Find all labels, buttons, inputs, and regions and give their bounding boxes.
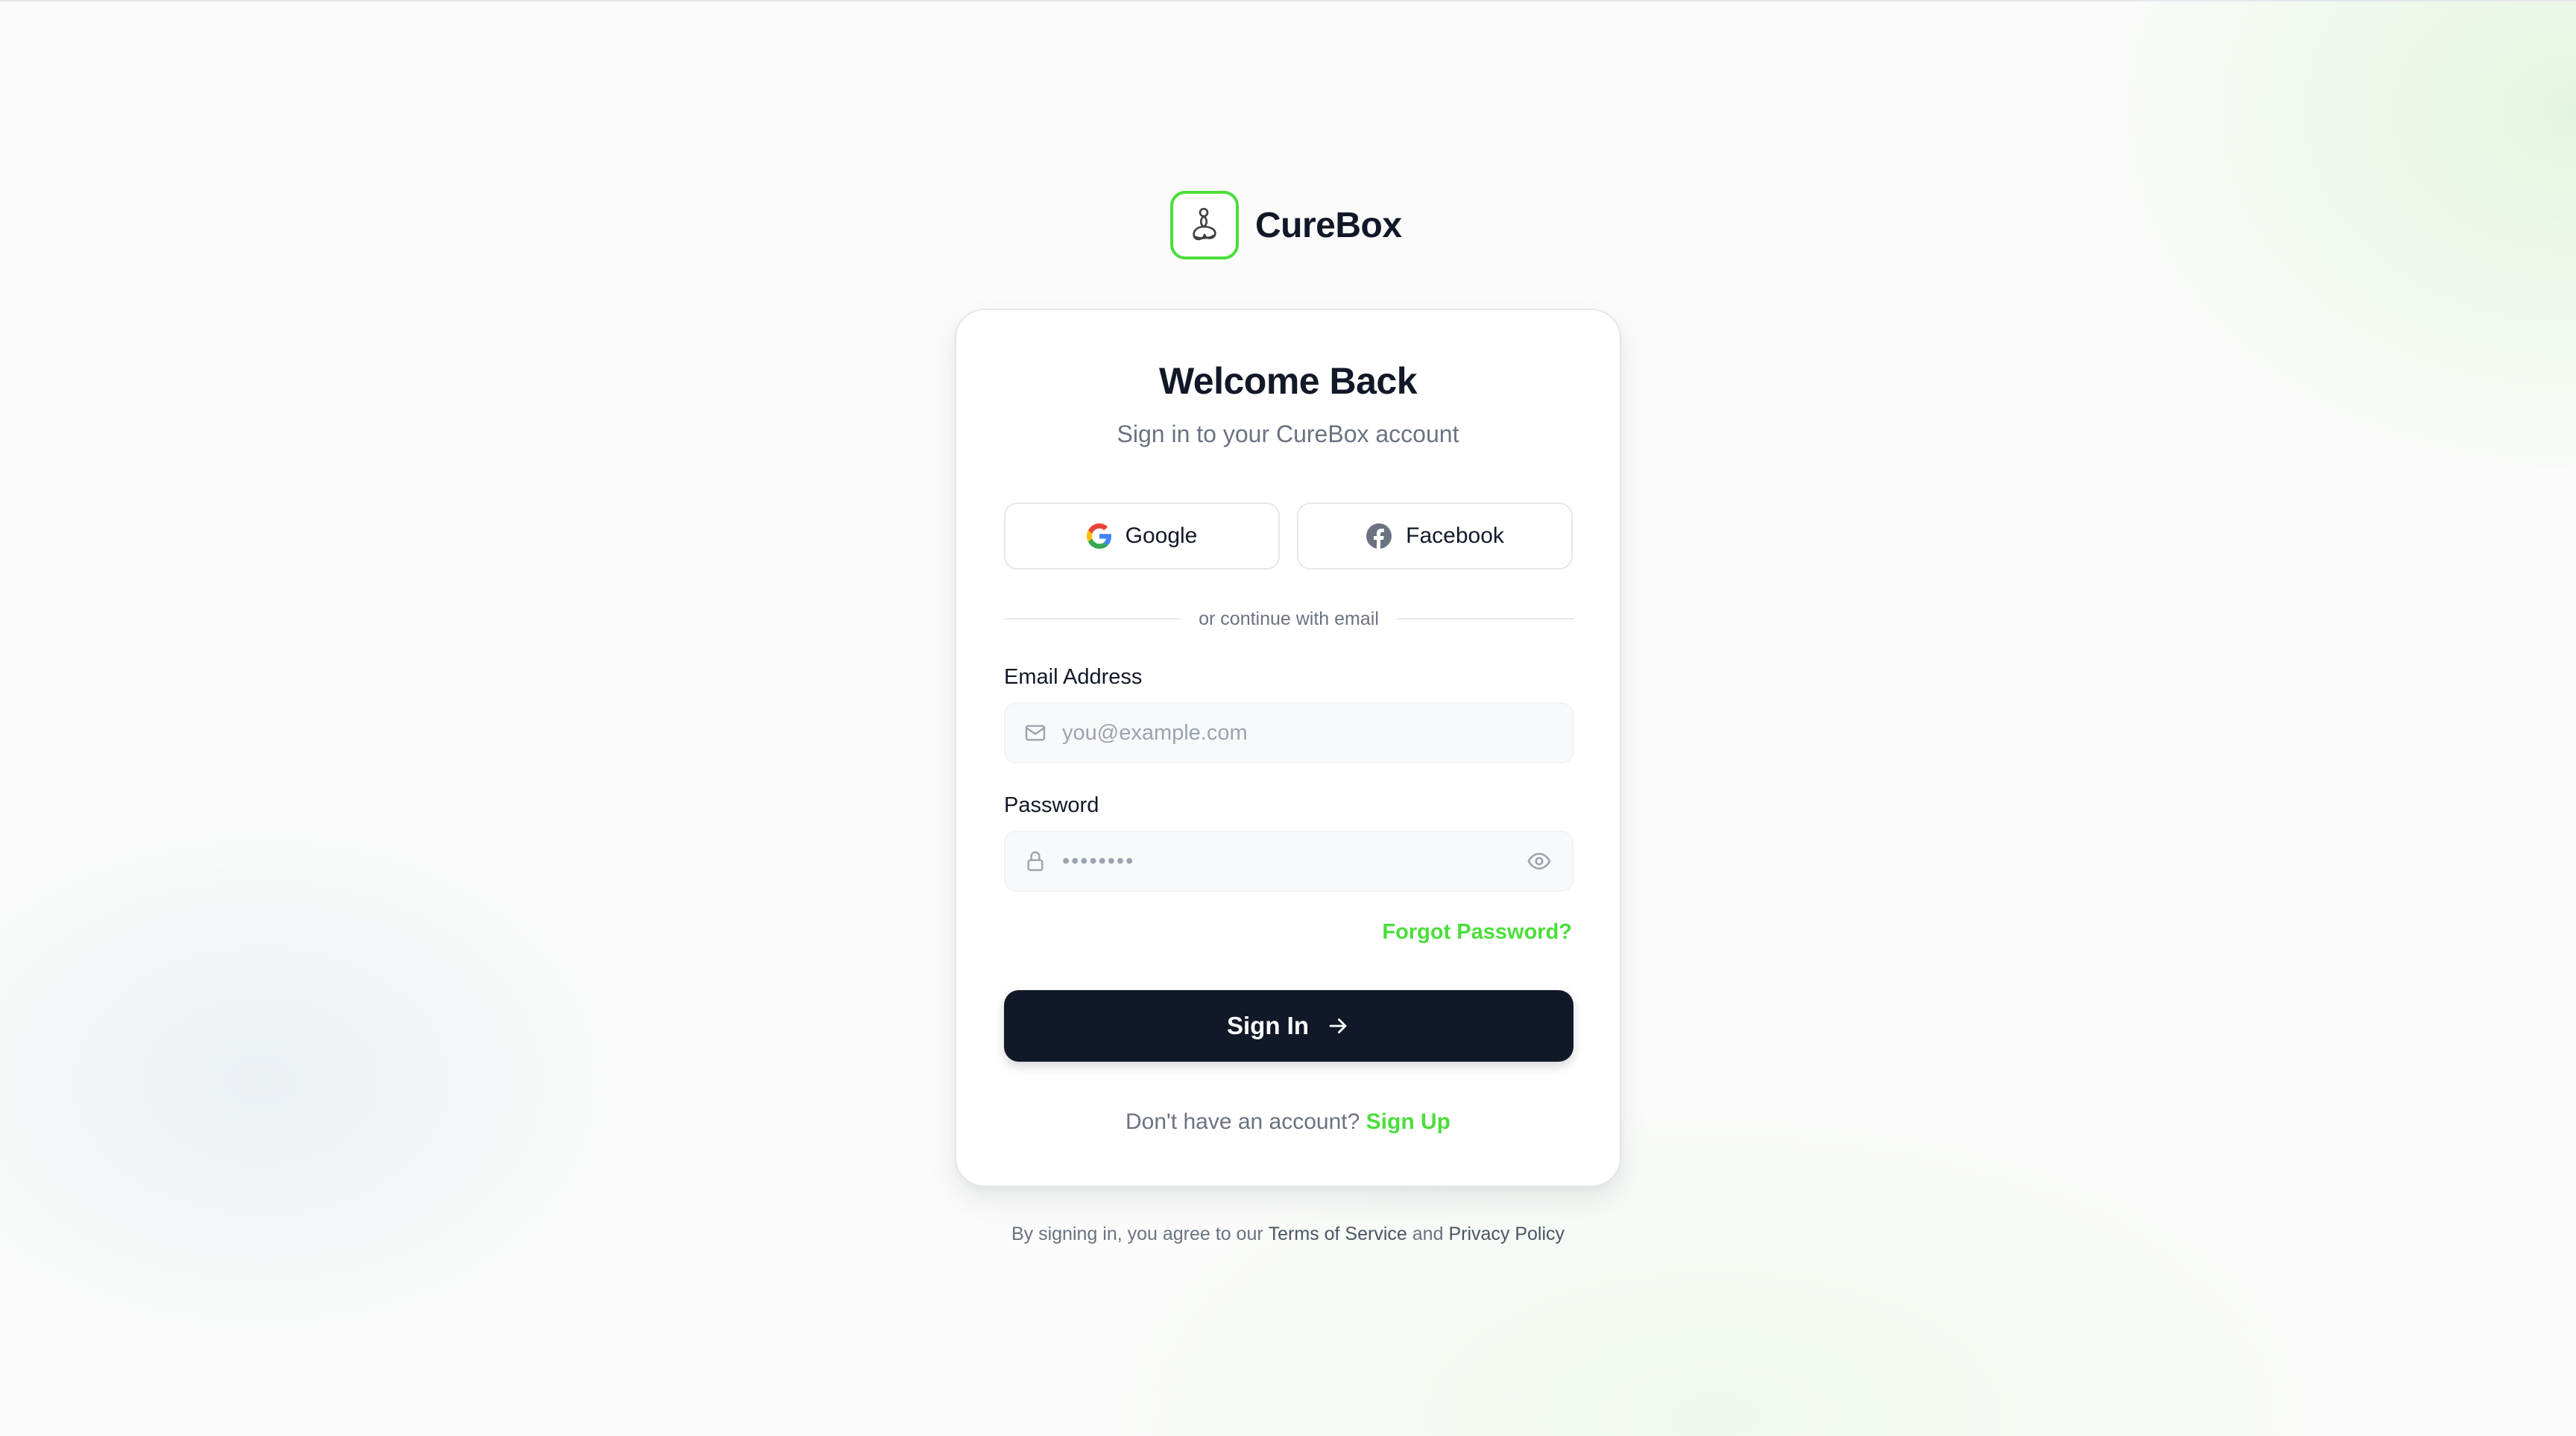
email-input[interactable]	[1061, 719, 1572, 746]
brand-header: CureBox	[1170, 188, 1402, 262]
email-label: Email Address	[1004, 665, 1143, 689]
google-signin-button[interactable]: Google	[1004, 503, 1280, 570]
email-field[interactable]	[1004, 702, 1573, 763]
facebook-label: Facebook	[1406, 523, 1504, 548]
brand-name: CureBox	[1255, 205, 1402, 245]
meditation-figure-icon	[1170, 191, 1239, 259]
forgot-password-link[interactable]: Forgot Password?	[1382, 920, 1572, 945]
legal-footer: By signing in, you agree to our Terms of…	[0, 1224, 2576, 1245]
login-card: Welcome Back Sign in to your CureBox acc…	[955, 309, 1621, 1187]
sign-in-label: Sign In	[1227, 1012, 1309, 1039]
page-subtitle: Sign in to your CureBox account	[1117, 421, 1459, 447]
page-title: Welcome Back	[1158, 360, 1418, 402]
divider-line-left	[1004, 618, 1181, 620]
signup-row: Don't have an account? Sign Up	[956, 1109, 1620, 1135]
facebook-signin-button[interactable]: Facebook	[1297, 503, 1573, 570]
lock-icon	[1022, 848, 1049, 875]
google-label: Google	[1125, 523, 1198, 548]
signup-prompt: Don't have an account?	[1126, 1109, 1360, 1134]
arrow-right-icon	[1325, 1013, 1351, 1039]
sign-in-button[interactable]: Sign In	[1004, 990, 1573, 1062]
password-label: Password	[1004, 793, 1099, 817]
terms-of-service-link[interactable]: Terms of Service	[1269, 1224, 1407, 1244]
mail-icon	[1022, 719, 1049, 746]
top-border	[0, 0, 2576, 1]
password-input[interactable]: ••••••••	[1062, 849, 1524, 874]
password-field[interactable]: ••••••••	[1004, 831, 1573, 892]
footer-and: and	[1412, 1224, 1444, 1244]
sign-up-link[interactable]: Sign Up	[1366, 1109, 1450, 1134]
divider-text: or continue with email	[1199, 608, 1379, 629]
privacy-policy-link[interactable]: Privacy Policy	[1448, 1224, 1565, 1244]
facebook-icon	[1366, 523, 1392, 549]
footer-prefix: By signing in, you agree to our	[1011, 1224, 1263, 1244]
google-icon	[1086, 523, 1112, 549]
divider: or continue with email	[1004, 605, 1574, 632]
divider-line-right	[1396, 618, 1574, 620]
show-password-eye-icon[interactable]	[1524, 846, 1554, 876]
